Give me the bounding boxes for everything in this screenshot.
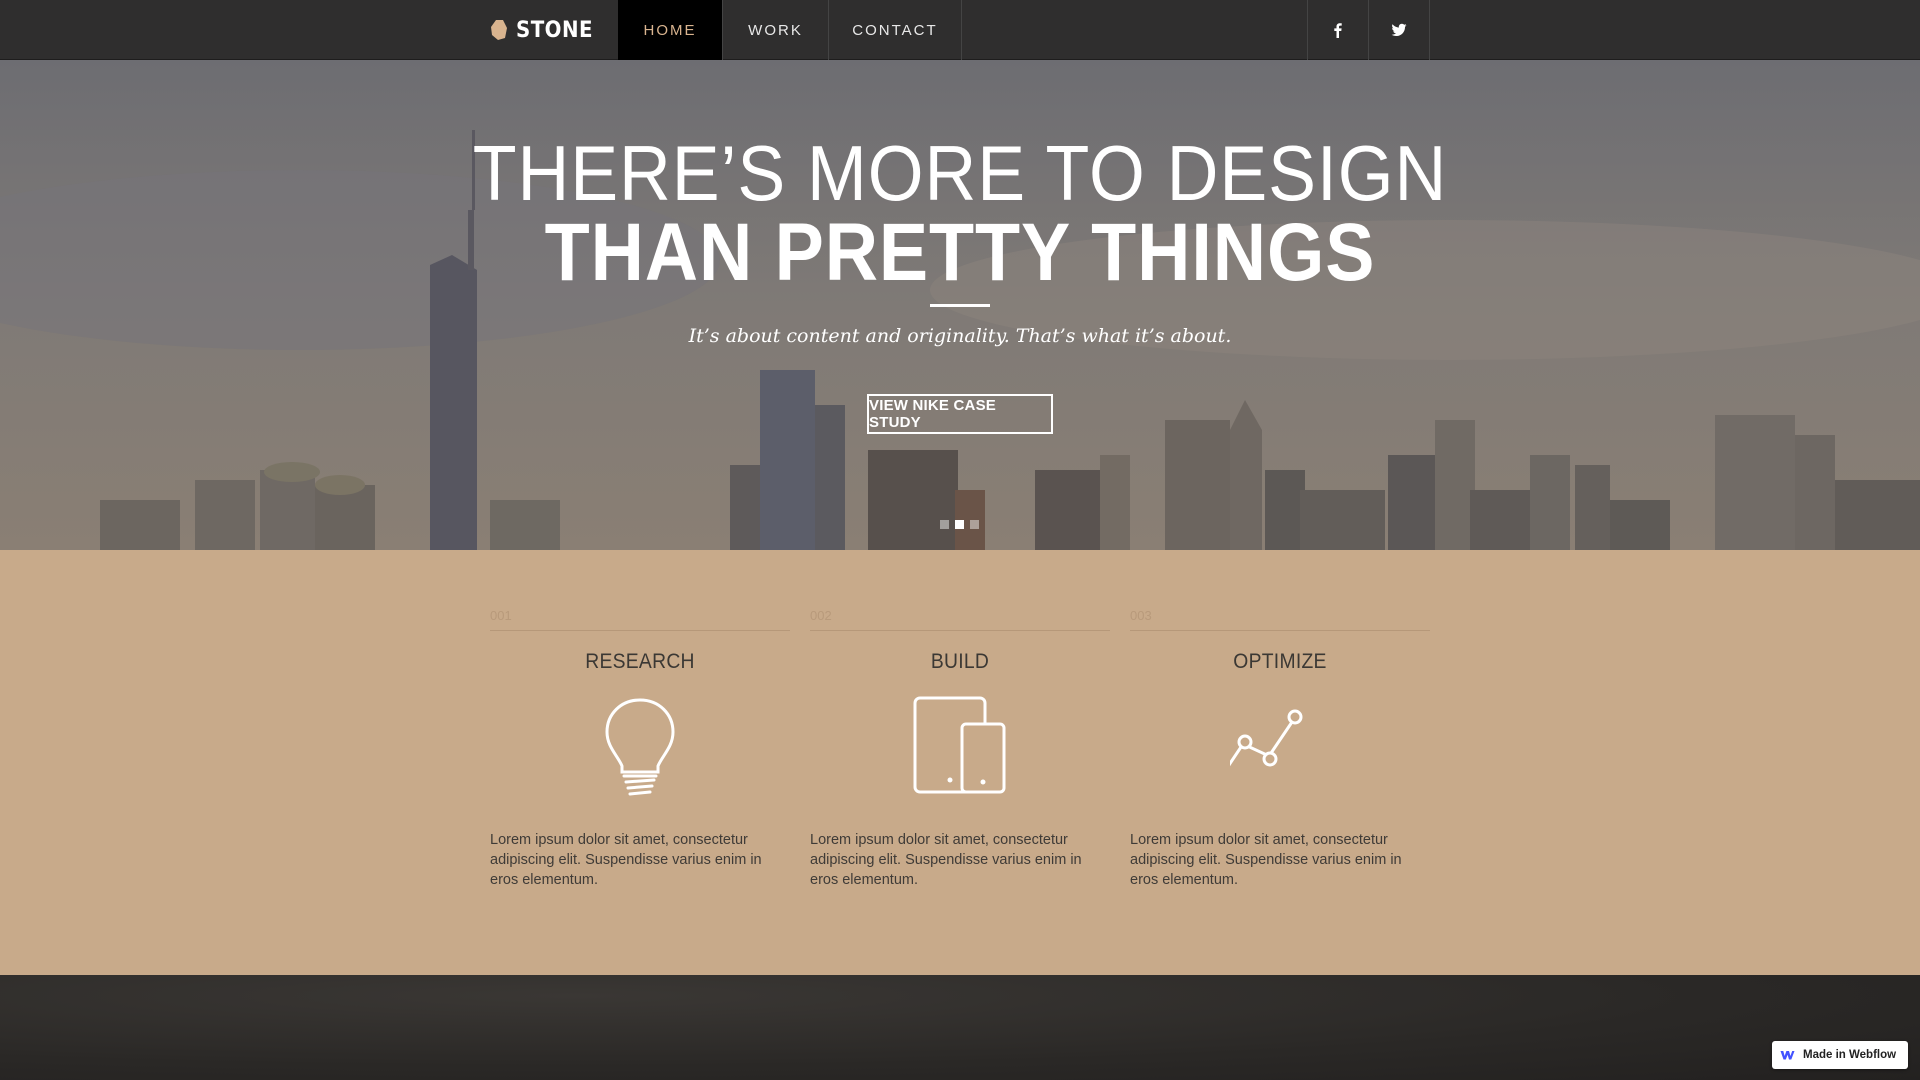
nav-link-contact[interactable]: CONTACT (829, 0, 962, 60)
slide-dot-3[interactable] (970, 520, 979, 529)
feature-title: OPTIMIZE (1233, 650, 1327, 673)
feature-description: Lorem ipsum dolor sit amet, consectetur … (810, 832, 1082, 888)
slider-navigation (940, 520, 979, 529)
feature-description: Lorem ipsum dolor sit amet, consectetur … (490, 832, 762, 888)
feature-title: RESEARCH (585, 650, 695, 673)
slide-dot-1[interactable] (940, 520, 949, 529)
view-case-study-button[interactable]: VIEW NIKE CASE STUDY (867, 394, 1053, 434)
stone-logo-icon (491, 20, 507, 40)
dark-texture-section (0, 975, 1920, 1080)
hero-slider: THERE’S MORE TO DESIGN THAN PRETTY THING… (0, 60, 1920, 550)
hero-title-line-2: THAN PRETTY THINGS (544, 207, 1376, 298)
webflow-logo-icon (1780, 1051, 1795, 1060)
line-graph-icon (1230, 709, 1303, 767)
webflow-badge-label: Made in Webflow (1803, 1049, 1897, 1061)
twitter-icon (1391, 23, 1407, 36)
feature-title: BUILD (930, 650, 990, 673)
hero-subtitle: It’s about content and originality. That… (688, 325, 1232, 347)
features-section: 001 RESEARCH Lorem ipsum dolor sit amet,… (0, 550, 1920, 975)
devices-icon (913, 696, 1006, 794)
brand-logo-link[interactable]: STONE (490, 0, 602, 60)
facebook-icon (1334, 23, 1342, 38)
twitter-button[interactable] (1369, 0, 1430, 60)
feature-number: 002 (810, 608, 832, 623)
brand-name: STONE (516, 17, 593, 43)
feature-number: 003 (1130, 608, 1152, 623)
feature-number: 001 (490, 608, 512, 623)
facebook-button[interactable] (1308, 0, 1369, 60)
navbar: STONE HOME WORK CONTACT (0, 0, 1920, 60)
nav-link-work[interactable]: WORK (723, 0, 829, 60)
social-links (1307, 0, 1430, 60)
nav-menu: HOME WORK CONTACT (618, 0, 962, 60)
nav-link-home[interactable]: HOME (618, 0, 723, 60)
feature-divider (810, 630, 1110, 631)
hero-divider (930, 304, 990, 307)
feature-divider (1130, 630, 1430, 631)
slide-dot-2[interactable] (955, 520, 964, 529)
feature-description: Lorem ipsum dolor sit amet, consectetur … (1130, 832, 1402, 888)
navbar-container: STONE HOME WORK CONTACT (490, 0, 1430, 60)
made-in-webflow-badge[interactable]: Made in Webflow (1772, 1041, 1908, 1069)
lightbulb-icon (605, 698, 675, 796)
feature-divider (490, 630, 790, 631)
